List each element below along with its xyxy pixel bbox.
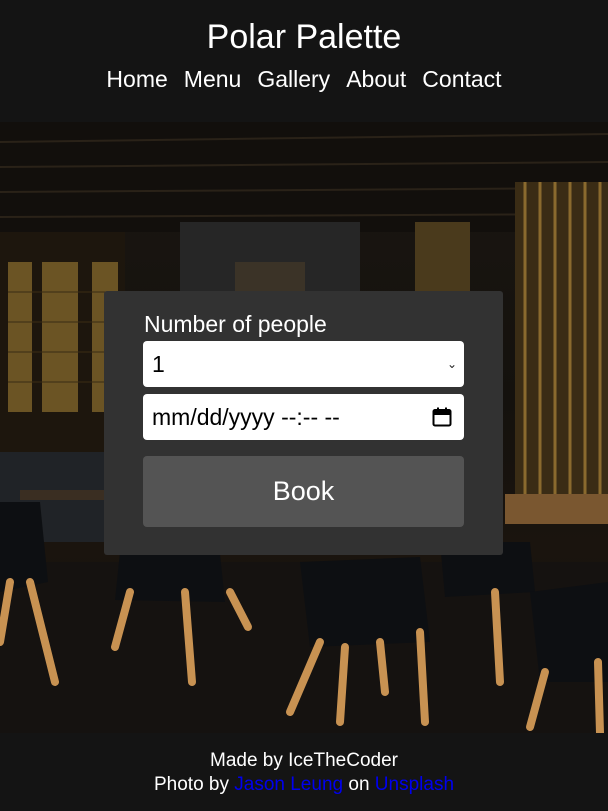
photographer-link[interactable]: Jason Leung: [234, 774, 343, 795]
site-footer: Made by IceTheCoder Photo by Jason Leung…: [0, 733, 608, 811]
people-select[interactable]: 1 ⌄: [143, 341, 464, 387]
site-title: Polar Palette: [206, 18, 402, 56]
site-header: Polar Palette Home Menu Gallery About Co…: [0, 0, 608, 122]
nav-about-link[interactable]: About: [346, 66, 406, 93]
booking-form: Number of people 1 ⌄ mm/dd/yyyy --:-- --…: [104, 291, 503, 555]
chevron-down-icon: ⌄: [446, 357, 457, 371]
nav-home-link[interactable]: Home: [106, 66, 167, 93]
nav-gallery-link[interactable]: Gallery: [257, 66, 330, 93]
photo-credit-prefix: Photo by: [153, 774, 229, 795]
nav-contact-link[interactable]: Contact: [422, 66, 501, 93]
made-by-credit: Made by IceTheCoder: [210, 750, 398, 771]
photo-credit-on: on: [348, 774, 370, 795]
datetime-placeholder: mm/dd/yyyy --:-- --: [152, 404, 340, 430]
people-select-value: 1: [152, 351, 165, 377]
calendar-icon[interactable]: [432, 407, 452, 427]
main-nav: Home Menu Gallery About Contact: [0, 66, 608, 93]
unsplash-link[interactable]: Unsplash: [375, 774, 454, 795]
photo-credit: Photo by Jason Leung on Unsplash: [0, 774, 608, 796]
book-button[interactable]: Book: [143, 456, 464, 527]
people-label: Number of people: [144, 311, 327, 337]
nav-menu-link[interactable]: Menu: [184, 66, 242, 93]
datetime-input[interactable]: mm/dd/yyyy --:-- --: [143, 394, 464, 440]
